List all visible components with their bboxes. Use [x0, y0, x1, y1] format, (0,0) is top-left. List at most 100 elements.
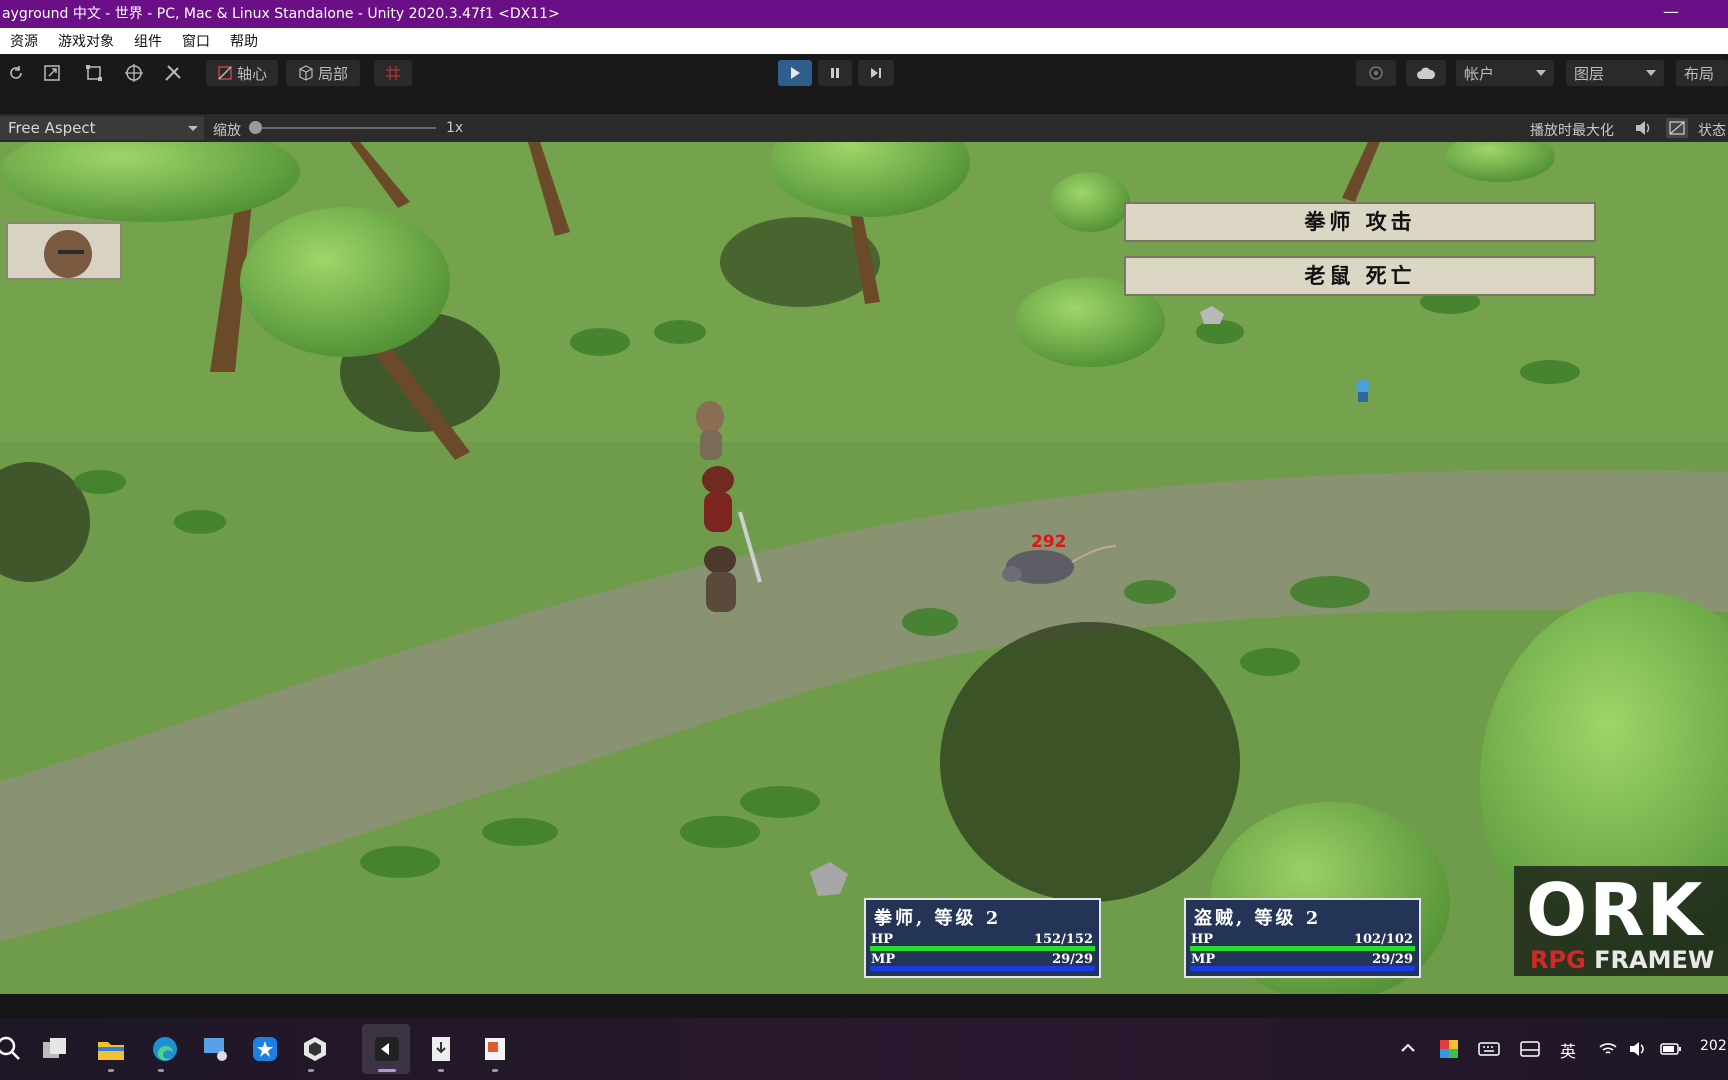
party-status-thief: 盗贼, 等级 2 HP 102/102 MP 29/29	[1184, 898, 1421, 978]
running-indicator	[158, 1069, 164, 1072]
collab-button[interactable]	[1356, 60, 1396, 86]
chevron-down-icon	[188, 126, 198, 131]
color-app-icon[interactable]	[1440, 1040, 1458, 1058]
minimize-button[interactable]: —	[1656, 0, 1686, 28]
running-indicator	[108, 1069, 114, 1072]
mp-bar	[870, 966, 1095, 971]
cube-icon	[299, 65, 313, 81]
maximize-on-play-toggle[interactable]: 播放时最大化	[1530, 120, 1614, 140]
chevron-up-icon[interactable]	[1400, 1040, 1416, 1056]
mp-value: 29/29	[1052, 952, 1093, 967]
keyboard-icon[interactable]	[1478, 1040, 1500, 1058]
zoom-slider[interactable]	[254, 127, 436, 129]
battle-message-attack: 拳师 攻击	[1124, 202, 1596, 242]
ime-indicator[interactable]: 英	[1560, 1038, 1576, 1062]
layout-label: 布局	[1684, 64, 1715, 83]
remote-desktop-icon[interactable]	[200, 1034, 230, 1064]
damage-number: 292	[1031, 532, 1067, 552]
task-view-icon[interactable]	[40, 1034, 70, 1064]
toolbar-spacer	[0, 92, 1728, 114]
local-label: 局部	[317, 64, 348, 83]
play-icon	[791, 67, 800, 79]
unity-editor-icon[interactable]	[372, 1034, 402, 1064]
app-store-icon[interactable]	[250, 1034, 280, 1064]
menu-component[interactable]: 组件	[124, 31, 172, 51]
hp-value: 152/152	[1033, 932, 1093, 947]
menu-assets[interactable]: 资源	[0, 31, 48, 51]
wifi-icon[interactable]	[1598, 1040, 1618, 1058]
unity-editor-window: ayground 中文 - 世界 - PC, Mac & Linux Stand…	[0, 0, 1728, 1080]
pivot-toggle[interactable]: 轴心	[206, 60, 278, 86]
scale-tool-icon[interactable]	[38, 60, 66, 86]
party-member-name: 盗贼, 等级 2	[1194, 908, 1322, 929]
menu-window[interactable]: 窗口	[172, 31, 220, 51]
rect-tool-icon[interactable]	[80, 60, 108, 86]
menu-gameobject[interactable]: 游戏对象	[48, 31, 124, 51]
zoom-slider-handle[interactable]	[249, 121, 262, 134]
layers-label: 图层	[1574, 64, 1605, 83]
file-explorer-icon[interactable]	[96, 1034, 126, 1064]
pause-icon	[831, 68, 839, 78]
local-toggle[interactable]: 局部	[286, 60, 360, 86]
installer-icon[interactable]	[426, 1034, 456, 1064]
rotate-tool-icon[interactable]	[2, 60, 30, 86]
character-portrait	[6, 222, 122, 280]
step-button[interactable]	[858, 60, 894, 86]
zoom-label: 缩放	[213, 123, 241, 139]
logo-main-text: ORK	[1526, 868, 1705, 952]
battle-message-death: 老鼠 死亡	[1124, 256, 1596, 296]
layout-dropdown[interactable]: 布局	[1676, 60, 1728, 86]
edge-icon[interactable]	[150, 1034, 180, 1064]
ork-framework-logo: ORK RPG FRAMEW	[1514, 866, 1728, 976]
chevron-down-icon	[1646, 70, 1656, 76]
running-indicator	[308, 1069, 314, 1072]
party-status-boxer: 拳师, 等级 2 HP 152/152 MP 29/29	[864, 898, 1101, 978]
gizmos-icon[interactable]	[1666, 118, 1688, 138]
tree-shadow	[940, 622, 1240, 902]
touch-keyboard-icon[interactable]	[1520, 1040, 1540, 1058]
grid-snap-icon[interactable]	[374, 60, 412, 86]
mp-bar	[1190, 966, 1415, 971]
collab-icon	[1369, 66, 1383, 80]
menu-help[interactable]: 帮助	[220, 31, 268, 51]
office-icon[interactable]	[480, 1034, 510, 1064]
main-toolbar: 轴心 局部 帐户 图层 布局	[0, 54, 1728, 92]
npc-figure	[1356, 379, 1370, 402]
account-dropdown[interactable]: 帐户	[1456, 60, 1554, 86]
system-clock[interactable]: 202	[1700, 1038, 1727, 1054]
cloud-button[interactable]	[1406, 60, 1446, 86]
game-viewport[interactable]: 拳师 攻击 老鼠 死亡 292 拳师, 等级 2 HP 152/152 MP 2…	[0, 142, 1728, 994]
account-label: 帐户	[1464, 64, 1495, 83]
game-view-toolbar: Free Aspect 缩放 1x 播放时最大化 状态	[0, 114, 1728, 142]
window-title: ayground 中文 - 世界 - PC, Mac & Linux Stand…	[2, 6, 560, 22]
hp-bar	[1190, 946, 1415, 951]
hp-label: HP	[871, 932, 894, 947]
pause-button[interactable]	[818, 60, 852, 86]
pivot-label: 轴心	[236, 64, 267, 83]
custom-tool-icon[interactable]	[158, 60, 188, 86]
mp-label: MP	[1191, 952, 1216, 967]
running-indicator	[438, 1069, 444, 1072]
running-indicator	[492, 1069, 498, 1072]
cloud-icon	[1417, 67, 1436, 79]
stats-toggle[interactable]: 状态	[1698, 120, 1726, 140]
aspect-label: Free Aspect	[8, 119, 96, 137]
logo-sub-text: RPG FRAMEW	[1530, 946, 1715, 974]
unity-hub-icon[interactable]	[300, 1034, 330, 1064]
zoom-value: 1x	[446, 120, 464, 136]
transform-tool-icon[interactable]	[120, 60, 148, 86]
layers-dropdown[interactable]: 图层	[1566, 60, 1664, 86]
battery-icon[interactable]	[1660, 1040, 1682, 1058]
hp-label: HP	[1191, 932, 1214, 947]
active-indicator	[378, 1069, 396, 1072]
search-icon[interactable]	[0, 1034, 24, 1064]
menu-bar: 资源 游戏对象 组件 窗口 帮助	[0, 28, 1728, 54]
windows-taskbar: 英 202	[0, 1018, 1728, 1080]
mp-label: MP	[871, 952, 896, 967]
pivot-icon	[218, 66, 232, 80]
volume-icon[interactable]	[1628, 1040, 1648, 1058]
aspect-dropdown[interactable]: Free Aspect	[0, 116, 204, 140]
mute-audio-icon[interactable]	[1634, 119, 1652, 137]
party-member-name: 拳师, 等级 2	[874, 908, 1002, 929]
play-button[interactable]	[778, 60, 812, 86]
